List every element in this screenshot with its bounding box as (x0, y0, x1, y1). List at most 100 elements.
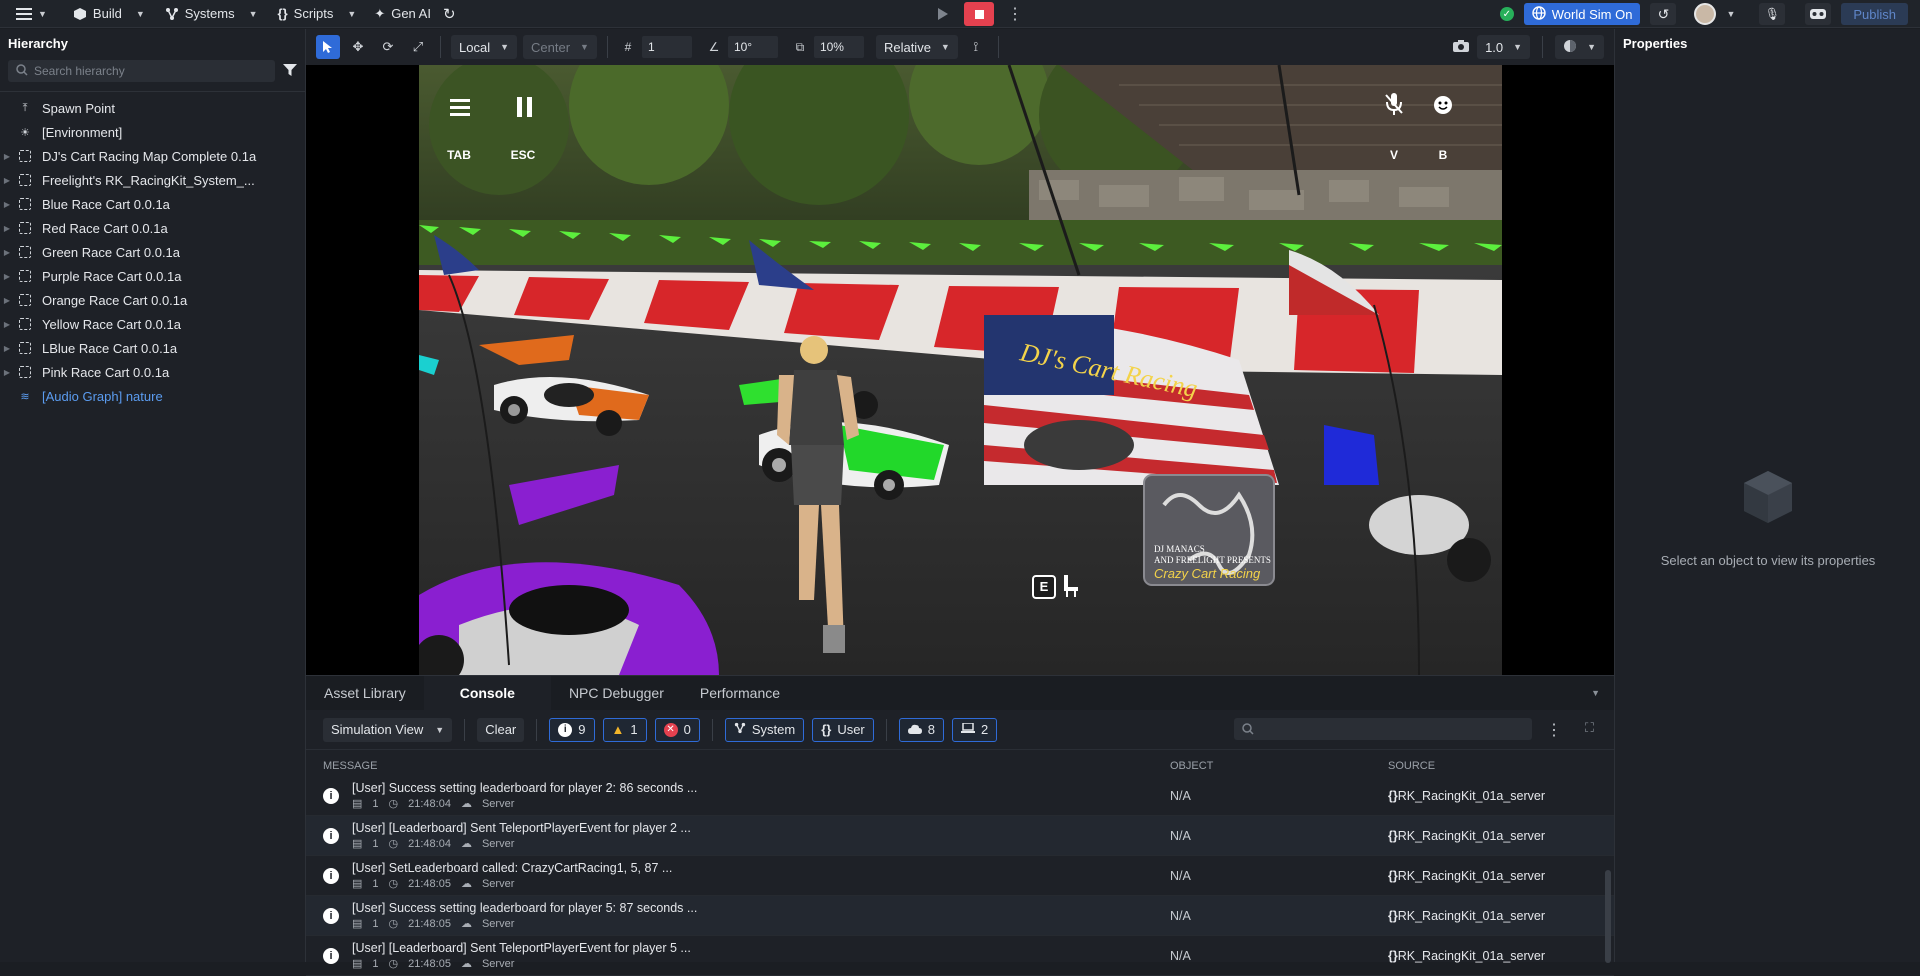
build-menu[interactable]: Build ▼ (67, 0, 151, 28)
rotation-snap-value[interactable]: 10° (727, 36, 778, 58)
hierarchy-search-input[interactable]: Search hierarchy (8, 60, 275, 82)
divider (885, 718, 887, 741)
expand-arrow-icon[interactable]: ▶ (0, 224, 14, 233)
rotate-tool-button[interactable]: ⟳ (376, 35, 400, 59)
pivot-mode-dropdown[interactable]: Center ▼ (523, 35, 597, 59)
publish-button[interactable]: Publish (1841, 3, 1908, 25)
play-button[interactable] (930, 2, 956, 26)
expand-arrow-icon[interactable]: ▶ (0, 248, 14, 257)
hierarchy-item-label: [Environment] (42, 124, 123, 140)
expand-arrow-icon[interactable]: ▶ (0, 272, 14, 281)
chevron-down-icon[interactable]: ▼ (1726, 9, 1735, 19)
client-filter-toggle[interactable]: 2 (952, 717, 998, 742)
expand-arrow-icon[interactable]: ▶ (0, 176, 14, 185)
clear-button[interactable]: Clear (477, 717, 525, 742)
log-source[interactable]: {}RK_RacingKit_01a_server (1388, 869, 1545, 883)
view-mode-dropdown[interactable]: Simulation View ▼ (323, 717, 453, 742)
grid-snap-value[interactable]: 1 (641, 36, 692, 58)
log-row[interactable]: i [User] SetLeaderboard called: CrazyCar… (306, 856, 1614, 896)
game-viewport[interactable]: DJ's Cart Racing DJ MANACS AND FREELIGHT… (306, 65, 1614, 675)
select-tool-button[interactable] (316, 35, 340, 59)
console-search-input[interactable] (1234, 718, 1532, 740)
pause-hud-button[interactable] (515, 93, 535, 124)
systems-menu[interactable]: Systems ▼ (159, 0, 264, 28)
expand-arrow-icon[interactable]: ▶ (0, 368, 14, 377)
system-filter-toggle[interactable]: System (724, 717, 805, 742)
hierarchy-item[interactable]: ▶ Blue Race Cart 0.0.1a (0, 192, 305, 216)
mic-hud-button[interactable] (1381, 91, 1407, 122)
log-row[interactable]: i [User] [Leaderboard] Sent TeleportPlay… (306, 816, 1614, 856)
topbar-right: ✓ World Sim On ↺ ▼ 🎙 Publish (1499, 0, 1920, 28)
render-mode-dropdown[interactable]: ▼ (1555, 35, 1604, 59)
log-source[interactable]: {}RK_RacingKit_01a_server (1388, 789, 1545, 803)
tab-console[interactable]: Console (423, 676, 551, 710)
undo-button[interactable]: ↺ (1650, 3, 1677, 25)
expand-arrow-icon[interactable]: ▶ (0, 296, 14, 305)
hierarchy-item[interactable]: ▶ Red Race Cart 0.0.1a (0, 216, 305, 240)
expand-arrow-icon[interactable]: ▶ (0, 344, 14, 353)
filter-icon[interactable] (283, 63, 297, 80)
relative-mode-dropdown[interactable]: Relative ▼ (875, 35, 958, 59)
move-tool-button[interactable]: ✥ (346, 35, 370, 59)
scale-snap-field[interactable]: ⧉ 10% (790, 35, 864, 59)
menu-hud-button[interactable] (447, 93, 473, 124)
more-options-button[interactable]: ⋮ (1002, 2, 1028, 26)
user-filter-toggle[interactable]: {} User (812, 717, 874, 742)
log-source[interactable]: {}RK_RacingKit_01a_server (1388, 949, 1545, 963)
interact-prompt[interactable]: E (1032, 573, 1082, 600)
hamburger-icon (16, 7, 32, 20)
warning-filter-toggle[interactable]: ▲ 1 (602, 717, 647, 742)
log-row[interactable]: i [User] [Leaderboard] Sent TeleportPlay… (306, 936, 1614, 976)
hierarchy-item[interactable]: ≋ [Audio Graph] nature (0, 384, 305, 408)
scale-tool-button[interactable]: ⤢ (406, 35, 430, 59)
hierarchy-item[interactable]: ▶ Orange Race Cart 0.0.1a (0, 288, 305, 312)
refresh-button[interactable]: ↻ (437, 0, 462, 28)
emote-hud-button[interactable] (1430, 91, 1456, 122)
error-filter-toggle[interactable]: ✕ 0 (654, 717, 700, 742)
log-source[interactable]: {}RK_RacingKit_01a_server (1388, 829, 1545, 843)
hierarchy-item[interactable]: ☀ [Environment] (0, 120, 305, 144)
info-filter-toggle[interactable]: i 9 (549, 717, 595, 742)
server-filter-toggle[interactable]: 8 (898, 717, 944, 742)
rotation-snap-field[interactable]: ∠ 10° (704, 35, 778, 59)
scripts-menu[interactable]: {} Scripts ▼ (272, 0, 363, 28)
hierarchy-item[interactable]: ▶ Purple Race Cart 0.0.1a (0, 264, 305, 288)
voice-button[interactable]: 🎙 (1759, 3, 1786, 25)
stop-button[interactable] (964, 2, 994, 26)
snap-tool-button[interactable]: ⟟ (964, 35, 988, 59)
camera-speed-dropdown[interactable]: 1.0 ▼ (1477, 35, 1531, 59)
expand-arrow-icon[interactable]: ▶ (0, 152, 14, 161)
space-mode-dropdown[interactable]: Local ▼ (451, 35, 517, 59)
log-row[interactable]: i [User] Success setting leaderboard for… (306, 896, 1614, 936)
expand-icon[interactable]: ⛶ (1585, 720, 1594, 736)
tab-performance[interactable]: Performance (682, 676, 798, 710)
grid-snap-field[interactable]: # 1 (618, 35, 692, 59)
log-source[interactable]: {}RK_RacingKit_01a_server (1388, 909, 1545, 923)
hierarchy-title: Hierarchy (8, 36, 68, 51)
tab-npc-debugger[interactable]: NPC Debugger (551, 676, 682, 710)
hierarchy-item[interactable]: ▶ DJ's Cart Racing Map Complete 0.1a (0, 144, 305, 168)
more-options-icon[interactable]: ⋮ (1546, 720, 1562, 740)
hierarchy-item[interactable]: ▶ Green Race Cart 0.0.1a (0, 240, 305, 264)
log-row[interactable]: i [User] Success setting leaderboard for… (306, 776, 1614, 816)
hierarchy-item[interactable]: ⤒ Spawn Point (0, 96, 305, 120)
main-menu-button[interactable]: ▼ (0, 0, 53, 28)
hierarchy-item[interactable]: ▶ Yellow Race Cart 0.0.1a (0, 312, 305, 336)
tab-asset-library[interactable]: Asset Library (306, 676, 424, 710)
expand-arrow-icon[interactable]: ▶ (0, 320, 14, 329)
expand-arrow-icon[interactable]: ▶ (0, 200, 14, 209)
properties-title: Properties (1623, 36, 1688, 51)
hierarchy-item[interactable]: ▶ Pink Race Cart 0.0.1a (0, 360, 305, 384)
divider (1542, 36, 1544, 58)
scale-snap-value[interactable]: 10% (813, 36, 864, 58)
vr-preview-button[interactable] (1805, 3, 1832, 25)
avatar[interactable] (1694, 3, 1717, 25)
hierarchy-item[interactable]: ▶ LBlue Race Cart 0.0.1a (0, 336, 305, 360)
console-scrollbar[interactable] (1605, 870, 1611, 963)
genai-button[interactable]: ✦ Gen AI (368, 0, 437, 28)
game-scene[interactable]: DJ's Cart Racing DJ MANACS AND FREELIGHT… (419, 65, 1502, 675)
group-icon (14, 174, 36, 186)
collapse-panel-icon[interactable]: ▼ (1591, 688, 1600, 698)
hierarchy-item[interactable]: ▶ Freelight's RK_RacingKit_System_... (0, 168, 305, 192)
world-sim-toggle[interactable]: World Sim On (1523, 3, 1641, 25)
